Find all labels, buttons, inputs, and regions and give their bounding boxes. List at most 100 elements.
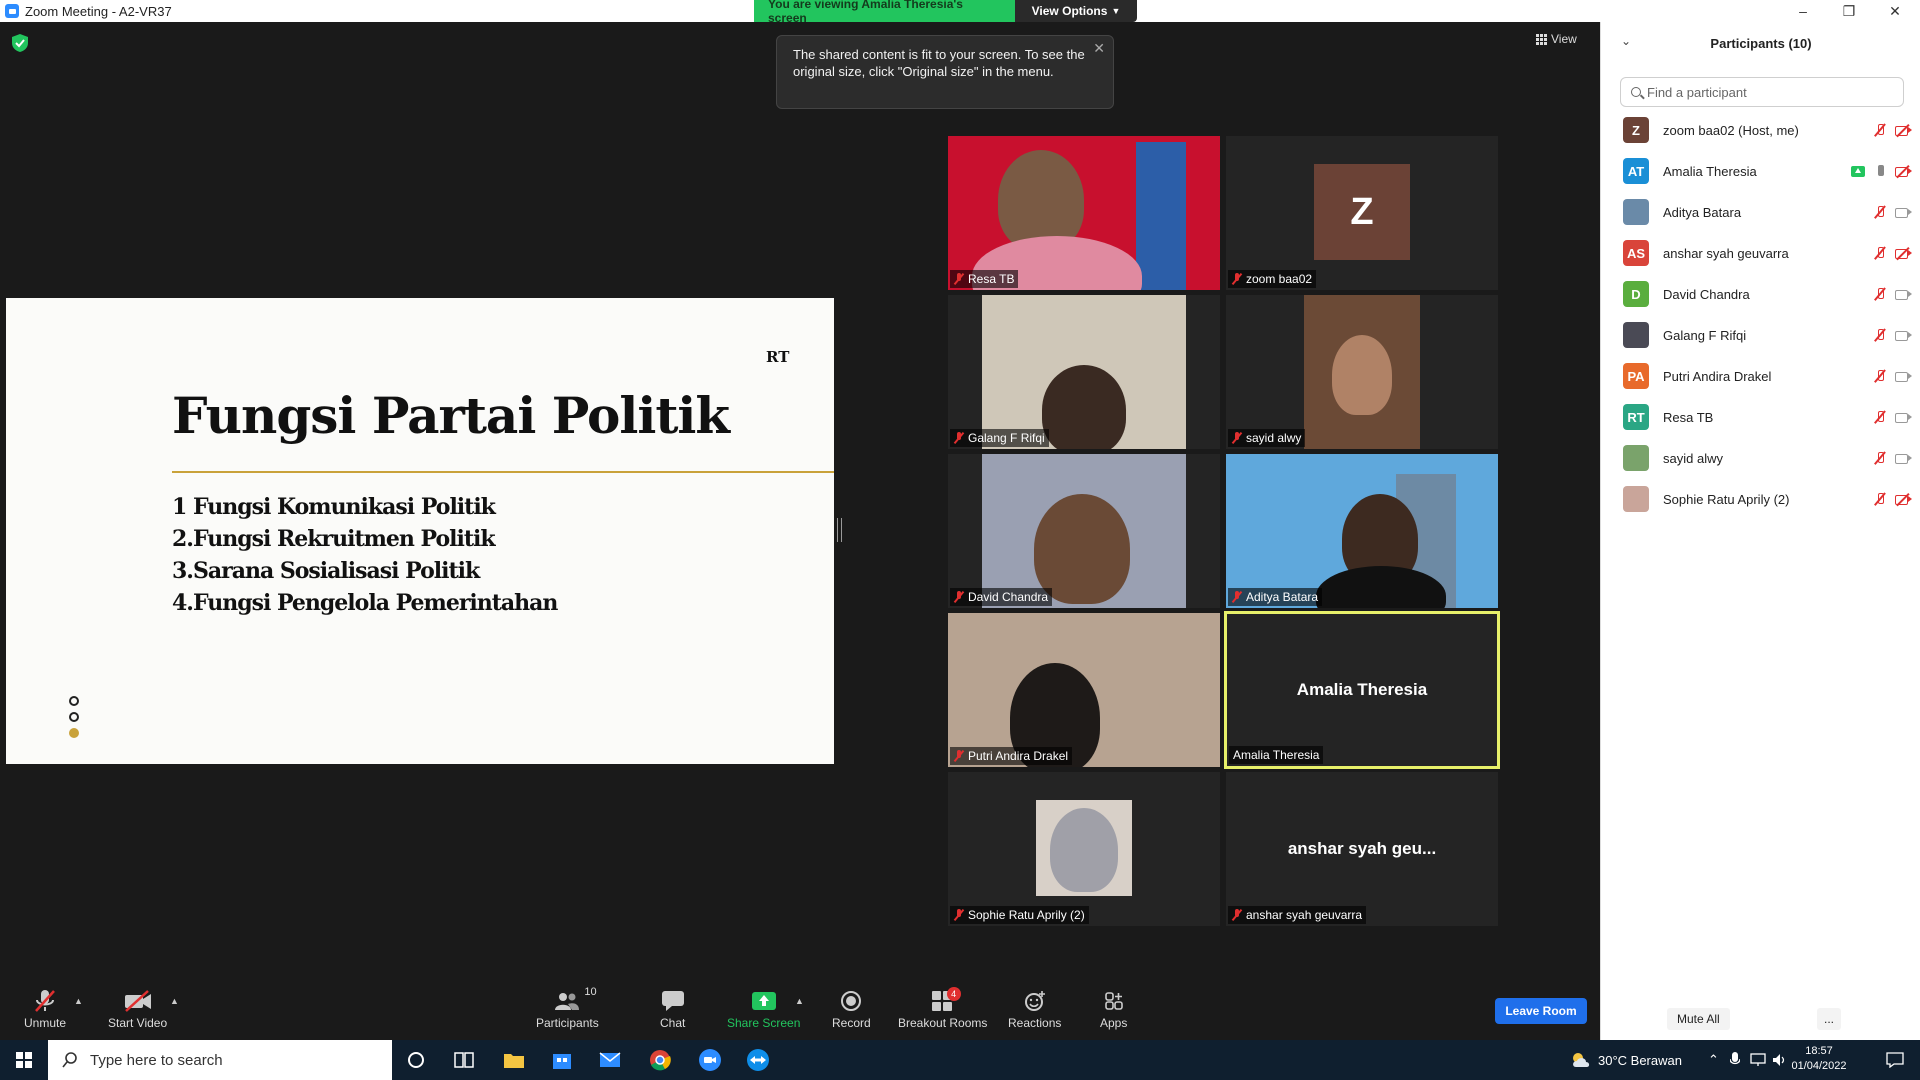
- video-tile[interactable]: Z zoom baa02: [1226, 136, 1498, 290]
- participant-row[interactable]: AS anshar syah geuvarra: [1623, 240, 1913, 266]
- mail-icon[interactable]: [598, 1048, 622, 1072]
- zoom-taskbar-icon[interactable]: [698, 1048, 722, 1072]
- participant-row[interactable]: Sophie Ratu Aprily (2): [1623, 486, 1913, 512]
- participant-name: Resa TB: [1663, 409, 1714, 425]
- mute-all-button[interactable]: Mute All: [1667, 1008, 1730, 1030]
- tile-name-label: zoom baa02: [1228, 270, 1317, 288]
- view-options-button[interactable]: View Options ▼: [1015, 0, 1137, 22]
- security-shield-icon[interactable]: [12, 34, 28, 52]
- network-icon[interactable]: [1750, 1053, 1766, 1067]
- participant-row[interactable]: RT Resa TB: [1623, 404, 1913, 430]
- start-video-button[interactable]: Start Video: [108, 988, 167, 1030]
- camera-off-icon[interactable]: [1895, 164, 1913, 179]
- apps-button[interactable]: Apps: [1100, 988, 1127, 1030]
- video-tile[interactable]: David Chandra: [948, 454, 1220, 608]
- breakout-rooms-button[interactable]: 4 Breakout Rooms: [898, 987, 987, 1030]
- participant-row[interactable]: AT Amalia Theresia: [1623, 158, 1913, 184]
- audio-options-caret-icon[interactable]: ▲: [74, 996, 83, 1006]
- file-explorer-icon[interactable]: [502, 1048, 526, 1072]
- slide-item: 3.Sarana Sosialisasi Politik: [172, 558, 480, 584]
- avatar: RT: [1623, 404, 1649, 430]
- chat-button[interactable]: Chat: [660, 988, 685, 1030]
- store-icon[interactable]: [550, 1048, 574, 1072]
- camera-icon[interactable]: [1895, 206, 1913, 218]
- participant-row[interactable]: Aditya Batara: [1623, 199, 1913, 225]
- close-icon[interactable]: ✕: [1093, 40, 1105, 57]
- camera-icon[interactable]: [1895, 370, 1913, 382]
- mic-muted-icon[interactable]: [1873, 205, 1887, 219]
- mic-muted-icon[interactable]: [1873, 123, 1887, 137]
- system-clock[interactable]: 18:57 01/04/2022: [1784, 1044, 1854, 1074]
- window-title: Zoom Meeting - A2-VR37: [25, 3, 172, 19]
- video-tile[interactable]: Resa TB: [948, 136, 1220, 290]
- participant-row[interactable]: Galang F Rifqi: [1623, 322, 1913, 348]
- tile-name: Aditya Batara: [1246, 590, 1319, 604]
- slide-tag: RT: [766, 348, 790, 366]
- chrome-icon[interactable]: [648, 1048, 672, 1072]
- restore-button[interactable]: ❐: [1826, 0, 1872, 22]
- video-tile[interactable]: Sophie Ratu Aprily (2): [948, 772, 1220, 926]
- tile-name: sayid alwy: [1246, 431, 1302, 445]
- view-layout-button[interactable]: View: [1536, 32, 1577, 46]
- video-tile-active-speaker[interactable]: Amalia Theresia Amalia Theresia: [1224, 611, 1500, 769]
- mic-muted-icon[interactable]: [1873, 451, 1887, 465]
- camera-icon[interactable]: [1895, 411, 1913, 423]
- video-tile[interactable]: sayid alwy: [1226, 295, 1498, 449]
- video-tile[interactable]: Putri Andira Drakel: [948, 613, 1220, 767]
- windows-start-icon[interactable]: [16, 1052, 32, 1068]
- mic-muted-icon[interactable]: [1873, 410, 1887, 424]
- cortana-icon[interactable]: [404, 1048, 428, 1072]
- camera-off-icon: [124, 988, 152, 1014]
- task-view-icon[interactable]: [452, 1048, 476, 1072]
- taskbar-search-input[interactable]: Type here to search: [48, 1040, 392, 1080]
- profile-photo: [1036, 800, 1132, 896]
- share-screen-icon: [751, 988, 777, 1014]
- video-options-caret-icon[interactable]: ▲: [170, 996, 179, 1006]
- participant-name: zoom baa02 (Host, me): [1663, 122, 1799, 138]
- split-resize-handle[interactable]: [837, 518, 842, 542]
- participant-name: Aditya Batara: [1663, 204, 1742, 220]
- video-tile[interactable]: Aditya Batara: [1226, 454, 1498, 608]
- unmute-button[interactable]: Unmute: [24, 988, 66, 1030]
- record-button[interactable]: Record: [832, 988, 871, 1030]
- mic-icon[interactable]: [1730, 1052, 1740, 1068]
- reactions-label: Reactions: [1008, 1016, 1062, 1030]
- camera-icon[interactable]: [1895, 329, 1913, 341]
- view-label: View: [1551, 32, 1577, 46]
- camera-off-icon[interactable]: [1895, 492, 1913, 507]
- more-options-button[interactable]: ...: [1817, 1008, 1841, 1030]
- notifications-icon[interactable]: [1886, 1052, 1904, 1068]
- participant-video: [948, 136, 1220, 290]
- mic-muted-icon[interactable]: [1873, 287, 1887, 301]
- camera-icon[interactable]: [1895, 288, 1913, 300]
- teamviewer-icon[interactable]: [746, 1048, 770, 1072]
- participant-row[interactable]: PA Putri Andira Drakel: [1623, 363, 1913, 389]
- participant-face: [1042, 365, 1126, 449]
- mic-muted-icon[interactable]: [1873, 492, 1887, 506]
- mic-icon[interactable]: [1873, 164, 1887, 178]
- video-tile[interactable]: anshar syah geu... anshar syah geuvarra: [1226, 772, 1498, 926]
- screen-share-banner: You are viewing Amalia Theresia's screen…: [754, 0, 1137, 25]
- share-screen-button[interactable]: Share Screen: [727, 988, 800, 1030]
- participant-row[interactable]: Z zoom baa02 (Host, me): [1623, 117, 1913, 143]
- participant-row[interactable]: sayid alwy: [1623, 445, 1913, 471]
- weather-widget[interactable]: 30°C Berawan: [1570, 1040, 1682, 1080]
- mic-muted-icon[interactable]: [1873, 328, 1887, 342]
- video-tile[interactable]: Galang F Rifqi: [948, 295, 1220, 449]
- camera-icon[interactable]: [1895, 452, 1913, 464]
- participant-row[interactable]: D David Chandra: [1623, 281, 1913, 307]
- mic-muted-icon[interactable]: [1873, 369, 1887, 383]
- camera-off-icon[interactable]: [1895, 246, 1913, 261]
- reactions-button[interactable]: Reactions: [1008, 988, 1061, 1030]
- camera-off-icon[interactable]: [1895, 123, 1913, 138]
- participant-search-input[interactable]: Find a participant: [1620, 77, 1904, 107]
- chevron-up-icon[interactable]: ⌃: [1708, 1040, 1719, 1080]
- minimize-button[interactable]: –: [1780, 0, 1826, 22]
- apps-label: Apps: [1100, 1016, 1128, 1030]
- share-options-caret-icon[interactable]: ▲: [795, 996, 804, 1006]
- shared-screen-slide: RT Fungsi Partai Politik 1 Fungsi Komuni…: [6, 298, 834, 764]
- close-window-button[interactable]: ✕: [1872, 0, 1918, 22]
- leave-room-button[interactable]: Leave Room: [1495, 998, 1587, 1024]
- participants-button[interactable]: 10 Participants: [536, 986, 599, 1030]
- mic-muted-icon[interactable]: [1873, 246, 1887, 260]
